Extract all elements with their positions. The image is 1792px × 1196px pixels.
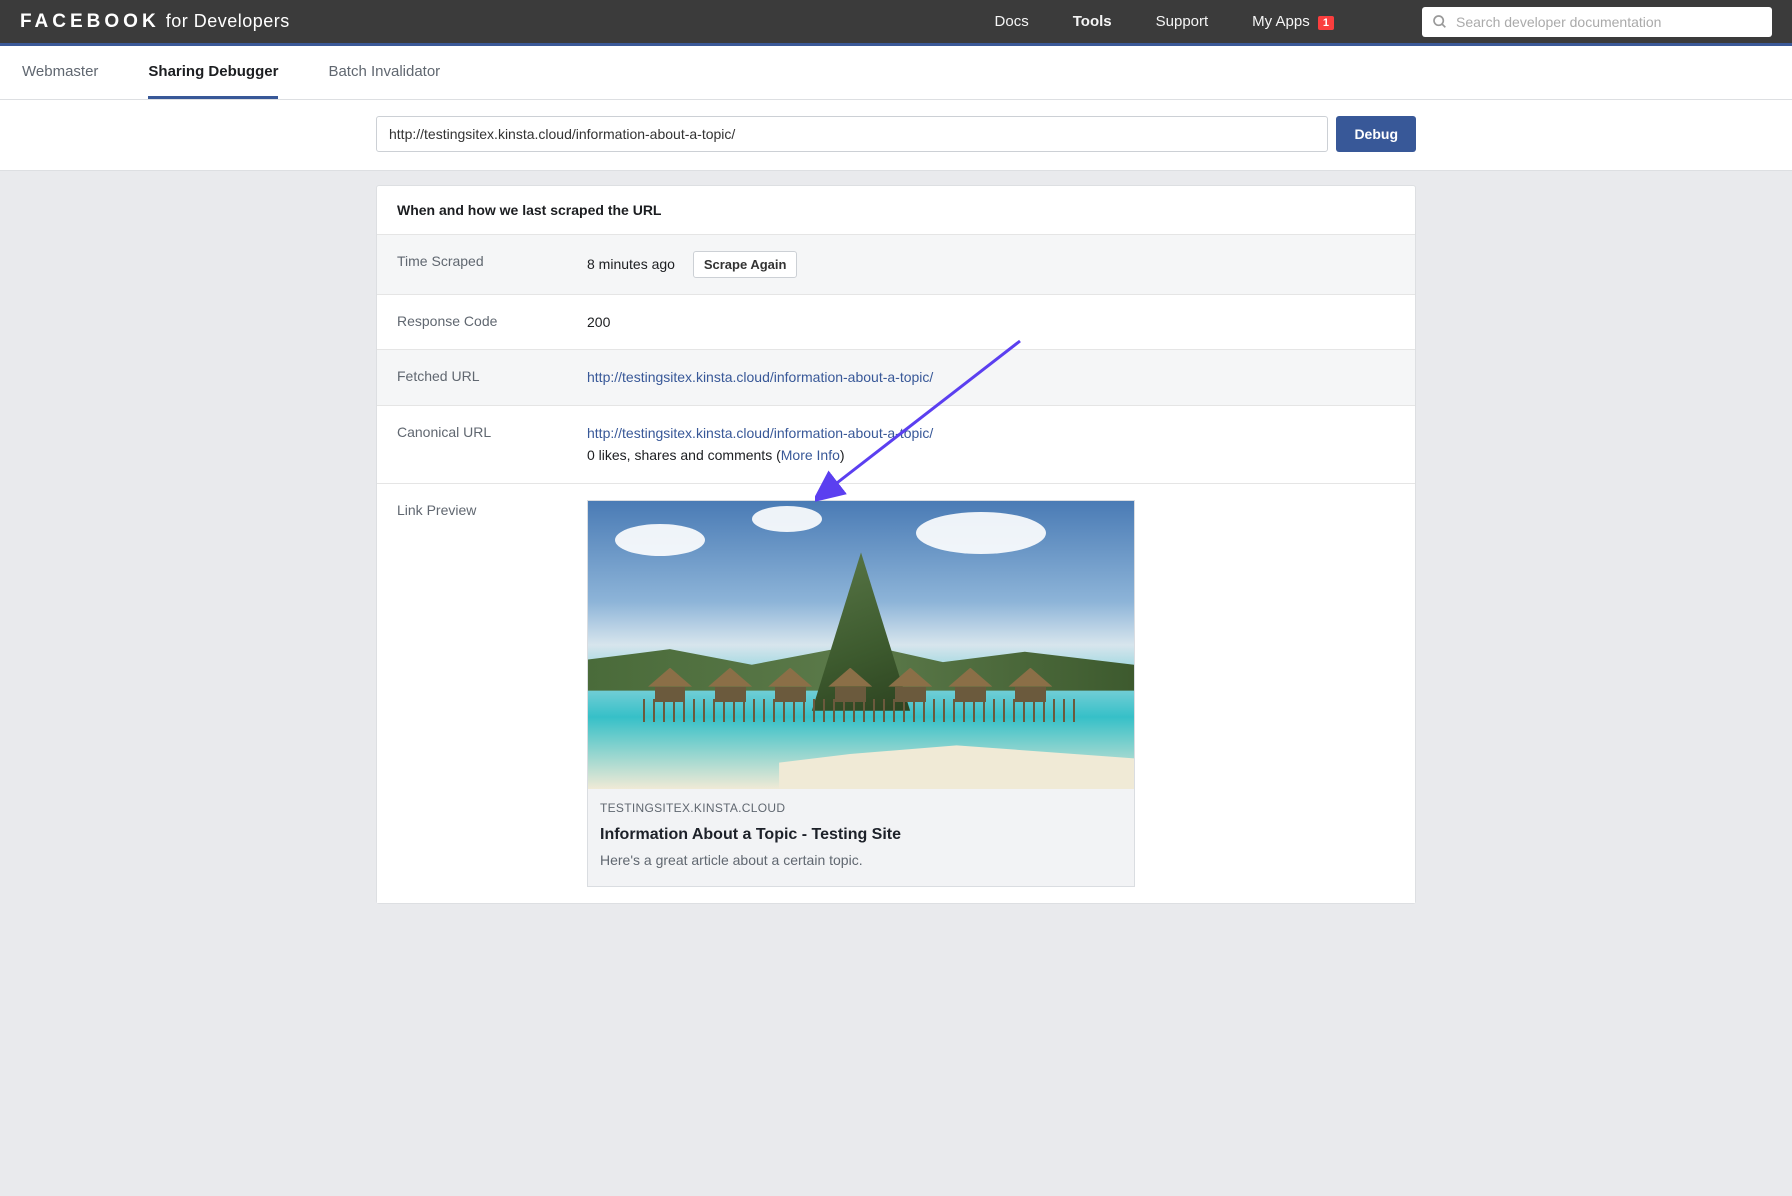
label-response-code: Response Code [397,311,587,329]
row-fetched-url: Fetched URL http://testingsitex.kinsta.c… [377,350,1415,405]
row-canonical-url: Canonical URL http://testingsitex.kinsta… [377,406,1415,484]
canonical-url-link[interactable]: http://testingsitex.kinsta.cloud/informa… [587,425,933,441]
row-response-code: Response Code 200 [377,295,1415,350]
logo-for-developers: for Developers [166,11,290,31]
nav-myapps[interactable]: My Apps 1 [1252,13,1334,30]
nav-links: Docs Tools Support My Apps 1 [995,7,1772,37]
canonical-stats-suffix: ) [840,447,845,463]
value-canonical-url: http://testingsitex.kinsta.cloud/informa… [587,422,1395,467]
preview-domain: TESTINGSITEX.KINSTA.CLOUD [600,799,1122,818]
logo-facebook: FACEBOOK [20,11,160,32]
fetched-url-link[interactable]: http://testingsitex.kinsta.cloud/informa… [587,369,933,385]
logo[interactable]: FACEBOOK for Developers [20,11,290,33]
top-navbar: FACEBOOK for Developers Docs Tools Suppor… [0,0,1792,46]
scrape-result-card: When and how we last scraped the URL Tim… [376,185,1416,904]
value-link-preview: TESTINGSITEX.KINSTA.CLOUD Information Ab… [587,500,1395,887]
card-header: When and how we last scraped the URL [377,186,1415,235]
search-input[interactable] [1456,14,1762,30]
preview-meta: TESTINGSITEX.KINSTA.CLOUD Information Ab… [588,789,1134,886]
tab-webmaster[interactable]: Webmaster [22,47,98,99]
url-bar: Debug [0,100,1792,171]
row-time-scraped: Time Scraped 8 minutes ago Scrape Again [377,235,1415,295]
content-area: When and how we last scraped the URL Tim… [0,171,1792,934]
label-fetched-url: Fetched URL [397,366,587,384]
value-response-code: 200 [587,311,1395,333]
label-time-scraped: Time Scraped [397,251,587,269]
preview-image [588,501,1134,789]
tab-batch-invalidator[interactable]: Batch Invalidator [328,47,440,99]
label-canonical-url: Canonical URL [397,422,587,440]
nav-myapps-label: My Apps [1252,13,1310,30]
scrape-again-button[interactable]: Scrape Again [693,251,798,278]
nav-tools[interactable]: Tools [1073,13,1112,30]
nav-support[interactable]: Support [1156,13,1209,30]
search-icon [1432,14,1448,30]
canonical-stats-prefix: 0 likes, shares and comments ( [587,447,781,463]
preview-title: Information About a Topic - Testing Site [600,822,1122,848]
more-info-link[interactable]: More Info [781,447,840,463]
label-link-preview: Link Preview [397,500,587,518]
search-box[interactable] [1422,7,1772,37]
preview-description: Here's a great article about a certain t… [600,849,1122,871]
url-input[interactable] [376,116,1328,152]
nav-docs[interactable]: Docs [995,13,1029,30]
time-scraped-text: 8 minutes ago [587,256,675,272]
value-time-scraped: 8 minutes ago Scrape Again [587,251,1395,278]
tool-tabs: Webmaster Sharing Debugger Batch Invalid… [0,46,1792,100]
value-fetched-url: http://testingsitex.kinsta.cloud/informa… [587,366,1395,388]
row-link-preview: Link Preview [377,484,1415,903]
tab-sharing-debugger[interactable]: Sharing Debugger [148,47,278,99]
link-preview-card[interactable]: TESTINGSITEX.KINSTA.CLOUD Information Ab… [587,500,1135,887]
nav-myapps-badge: 1 [1318,16,1334,30]
debug-button[interactable]: Debug [1336,116,1416,152]
